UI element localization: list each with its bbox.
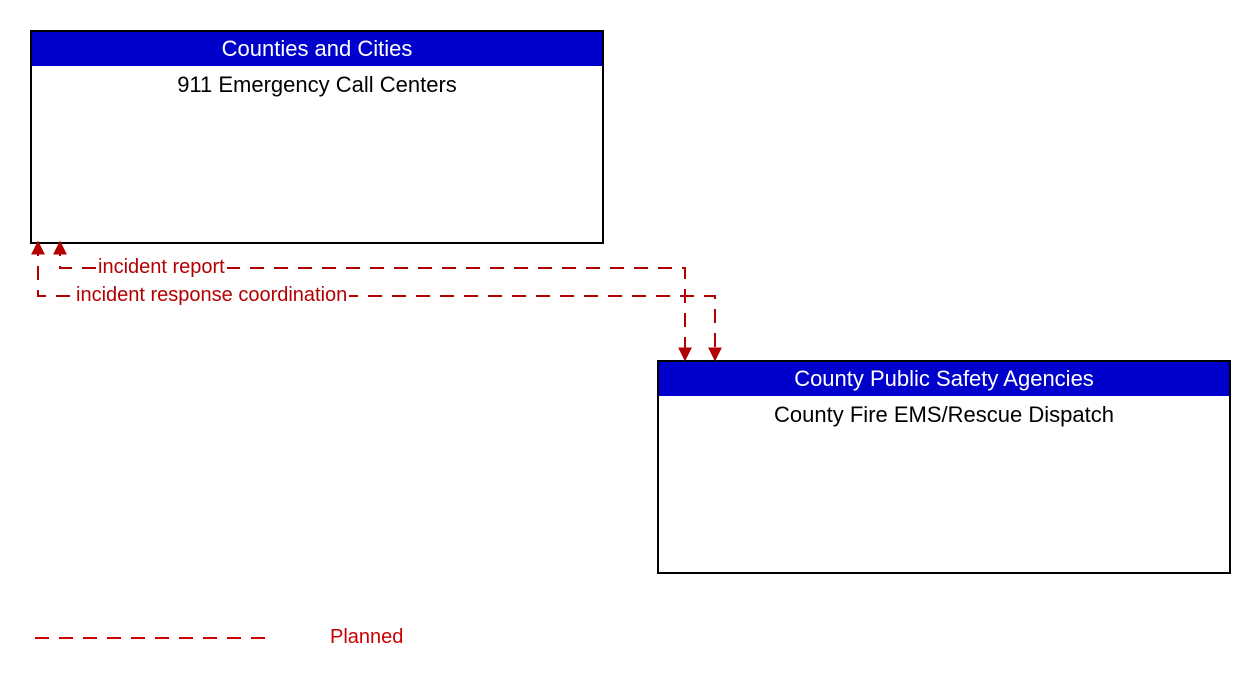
box-body-fire-ems: County Fire EMS/Rescue Dispatch: [659, 396, 1229, 428]
box-header-counties: Counties and Cities: [32, 32, 602, 66]
flow-label-incident-response-coordination: incident response coordination: [74, 284, 349, 307]
box-counties-and-cities: Counties and Cities 911 Emergency Call C…: [30, 30, 604, 244]
flow-label-incident-report: incident report: [96, 256, 227, 279]
box-header-public-safety: County Public Safety Agencies: [659, 362, 1229, 396]
legend-label-planned: Planned: [330, 626, 403, 649]
box-body-911-centers: 911 Emergency Call Centers: [32, 66, 602, 98]
box-county-public-safety: County Public Safety Agencies County Fir…: [657, 360, 1231, 574]
